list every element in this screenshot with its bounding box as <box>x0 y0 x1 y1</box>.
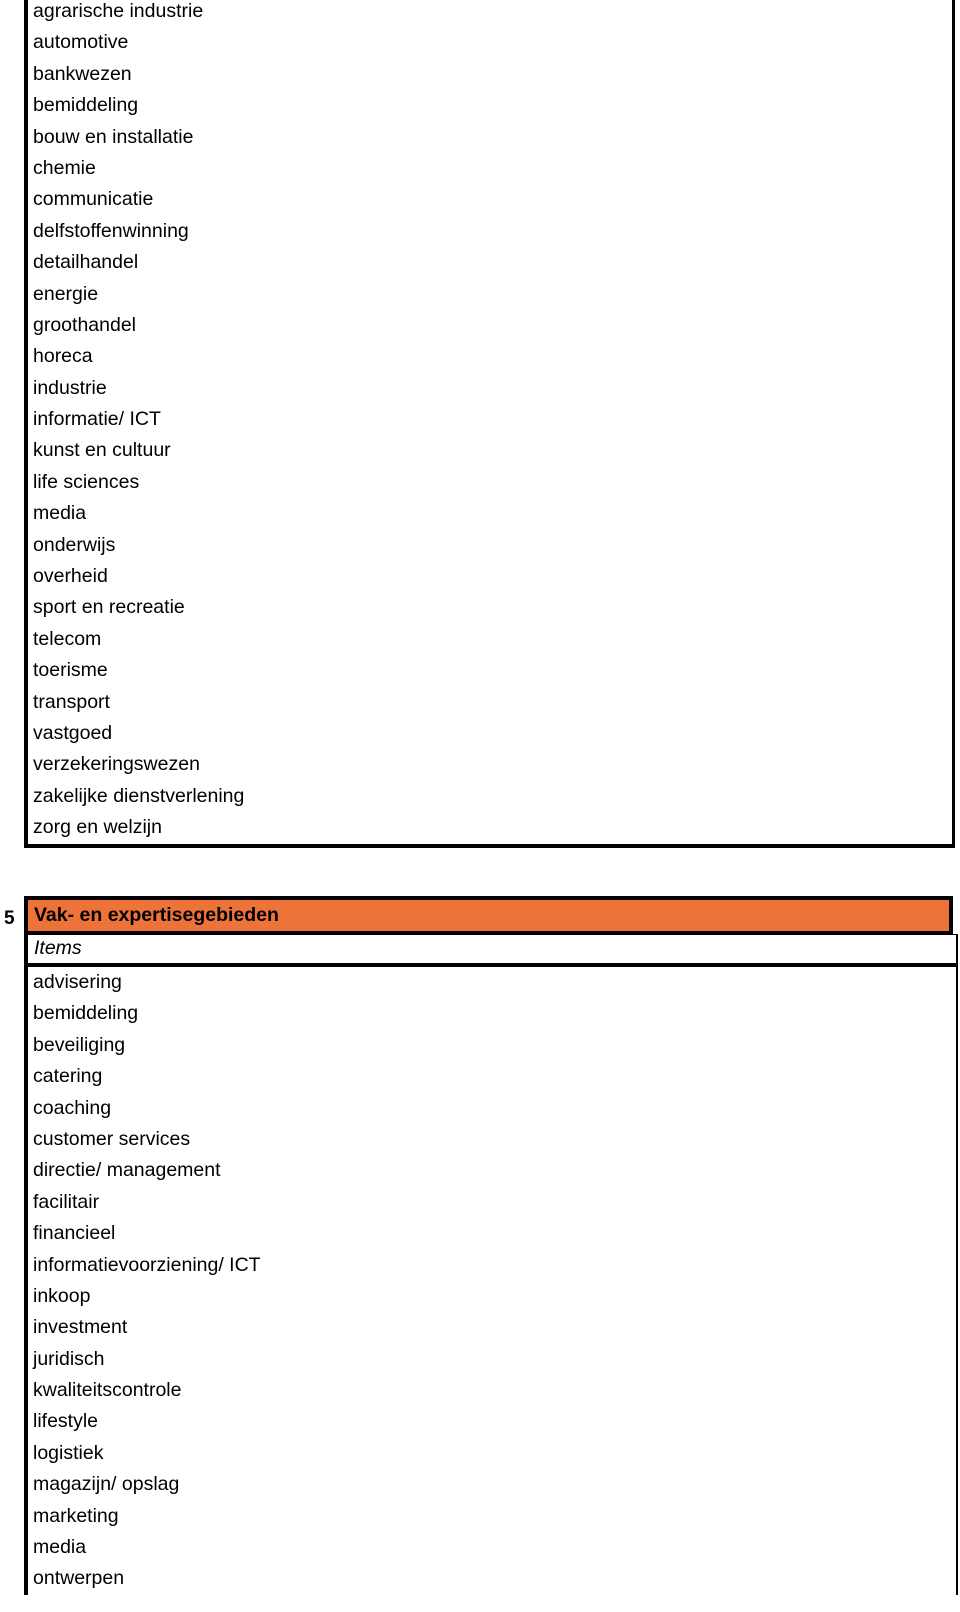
list-item: bemiddeling <box>33 1002 139 1025</box>
page-canvas: agrarische industrie automotive bankwezen b… <box>0 0 960 1612</box>
list-item: marketing <box>33 1504 119 1527</box>
list-item: catering <box>33 1065 103 1088</box>
list-item: ontwerpen <box>33 1567 125 1590</box>
list-item: informatie/ ICT <box>33 408 161 431</box>
list-item: informatievoorziening/ ICT <box>33 1253 261 1276</box>
list-item: facilitair <box>33 1190 100 1213</box>
list-item: bankwezen <box>33 62 132 85</box>
list-item: industrie <box>33 376 107 399</box>
list-item: kunst en cultuur <box>33 439 171 462</box>
list-item: customer services <box>33 1127 191 1150</box>
list-item: overheid <box>33 565 108 588</box>
list-item: detailhandel <box>33 251 139 274</box>
list-item: communicatie <box>33 188 154 211</box>
list-item: onderwijs <box>33 533 116 556</box>
list-item: energie <box>33 282 99 305</box>
list-item: zakelijke dienstverlening <box>33 784 245 807</box>
list-item: financieel <box>33 1222 116 1245</box>
list-item: vastgoed <box>33 721 113 744</box>
list-item: logistiek <box>33 1441 104 1464</box>
list-item: media <box>33 502 87 525</box>
list-item: inkoop <box>33 1284 91 1307</box>
list-item: advisering <box>33 971 122 993</box>
list-item: kwaliteitscontrole <box>33 1379 182 1402</box>
list-item: zorg en welzijn <box>33 816 162 839</box>
list-item: lifestyle <box>33 1410 99 1433</box>
list-item: juridisch <box>33 1347 105 1370</box>
list-item: directie/ management <box>33 1159 221 1182</box>
items-column-header: Items <box>24 934 958 967</box>
section-five-rows: advisering bemiddeling beveiliging catering… <box>28 967 956 1595</box>
list-item: toerisme <box>33 659 108 682</box>
list-item: automotive <box>33 31 129 54</box>
list-item: delfstoffenwinning <box>33 219 189 242</box>
list-item: life sciences <box>33 470 140 493</box>
list-item: coaching <box>33 1096 112 1119</box>
list-item: media <box>33 1536 87 1559</box>
list-item: investment <box>33 1316 128 1339</box>
list-item: transport <box>33 690 110 713</box>
section-five-title: Vak- en expertisegebieden <box>24 896 953 934</box>
section-number: 5 <box>4 908 15 929</box>
list-item: magazijn/ opslag <box>33 1473 180 1496</box>
section-five-items-body: advisering bemiddeling beveiliging catering… <box>24 967 958 1595</box>
branche-list-table-continued: agrarische industrie automotive bankwezen b… <box>24 0 955 848</box>
list-item: beveiliging <box>33 1033 126 1056</box>
list-item: horeca <box>33 345 93 368</box>
section-five-table: Vak- en expertisegebieden Items adviseri… <box>24 896 958 1595</box>
branche-list-rows: agrarische industrie automotive bankwezen b… <box>28 0 952 844</box>
list-item: verzekeringswezen <box>33 753 200 776</box>
list-item: bouw en installatie <box>33 125 194 148</box>
list-item: telecom <box>33 627 102 650</box>
list-item: chemie <box>33 156 96 179</box>
list-item: agrarische industrie <box>33 0 204 22</box>
list-item: bemiddeling <box>33 94 139 117</box>
list-item: sport en recreatie <box>33 596 185 619</box>
list-item: groothandel <box>33 313 137 336</box>
